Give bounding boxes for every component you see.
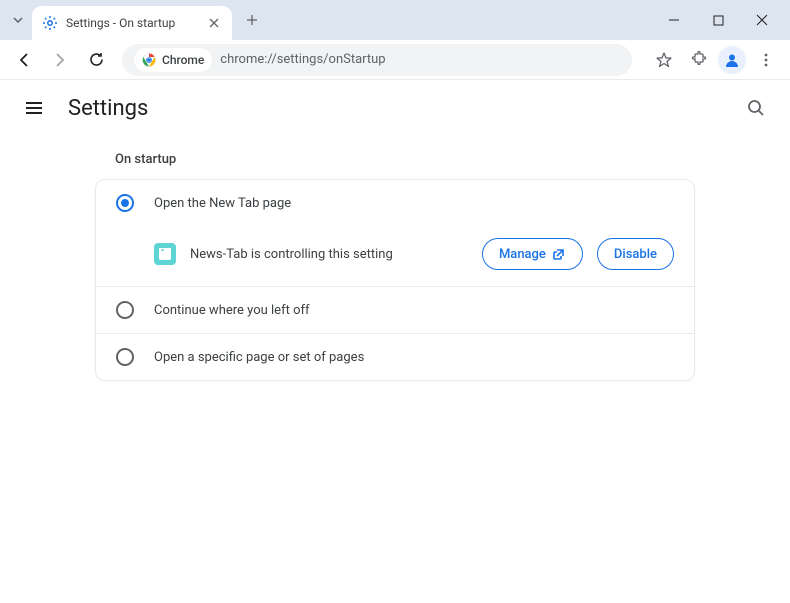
page-title: Settings xyxy=(68,96,148,121)
extensions-button[interactable] xyxy=(682,44,714,76)
option-label: Continue where you left off xyxy=(154,303,310,318)
external-link-icon xyxy=(552,247,566,261)
window-titlebar: Settings - On startup xyxy=(0,0,790,40)
minimize-button[interactable] xyxy=(654,5,694,35)
tab-favicon-settings-icon xyxy=(42,15,58,31)
radio-open-new-tab[interactable] xyxy=(116,194,134,212)
option-label: Open the New Tab page xyxy=(154,196,291,211)
option-specific-pages[interactable]: Open a specific page or set of pages xyxy=(96,334,694,380)
on-startup-card: Open the New Tab page News-Tab is contro… xyxy=(95,179,695,381)
search-icon xyxy=(746,98,766,118)
maximize-button[interactable] xyxy=(698,5,738,35)
settings-header: Settings xyxy=(0,80,790,136)
option-open-new-tab[interactable]: Open the New Tab page xyxy=(96,180,694,226)
settings-search-button[interactable] xyxy=(738,90,774,126)
disable-extension-button[interactable]: Disable xyxy=(597,238,674,270)
manage-label: Manage xyxy=(499,247,546,262)
option-label: Open a specific page or set of pages xyxy=(154,350,364,365)
new-tab-button[interactable] xyxy=(238,6,266,34)
tab-title: Settings - On startup xyxy=(66,16,198,30)
chrome-logo-icon xyxy=(142,53,156,67)
window-controls xyxy=(654,5,786,35)
url-text: chrome://settings/onStartup xyxy=(220,52,385,67)
site-chip[interactable]: Chrome xyxy=(134,48,212,72)
address-bar[interactable]: Chrome chrome://settings/onStartup xyxy=(122,44,632,76)
disable-label: Disable xyxy=(614,247,657,262)
radio-continue[interactable] xyxy=(116,301,134,319)
bookmark-star-button[interactable] xyxy=(648,44,680,76)
profile-avatar-icon xyxy=(718,46,746,74)
radio-specific-pages[interactable] xyxy=(116,348,134,366)
extension-message: News-Tab is controlling this setting xyxy=(190,247,468,262)
option-continue-where-left-off[interactable]: Continue where you left off xyxy=(96,287,694,333)
browser-toolbar: Chrome chrome://settings/onStartup xyxy=(0,40,790,80)
site-chip-label: Chrome xyxy=(162,53,204,67)
tab-search-button[interactable] xyxy=(4,6,32,34)
extension-controlling-row: News-Tab is controlling this setting Man… xyxy=(96,226,694,286)
reload-button[interactable] xyxy=(80,44,112,76)
back-button[interactable] xyxy=(8,44,40,76)
profile-button[interactable] xyxy=(716,44,748,76)
menu-button[interactable] xyxy=(750,44,782,76)
forward-button[interactable] xyxy=(44,44,76,76)
hamburger-icon xyxy=(24,98,44,118)
close-window-button[interactable] xyxy=(742,5,782,35)
manage-extension-button[interactable]: Manage xyxy=(482,238,583,270)
browser-tab[interactable]: Settings - On startup xyxy=(32,6,232,40)
settings-menu-button[interactable] xyxy=(16,90,52,126)
settings-content: On startup Open the New Tab page News-Ta… xyxy=(0,136,790,381)
extension-icon xyxy=(154,243,176,265)
section-title: On startup xyxy=(95,136,695,179)
tab-close-button[interactable] xyxy=(206,15,222,31)
